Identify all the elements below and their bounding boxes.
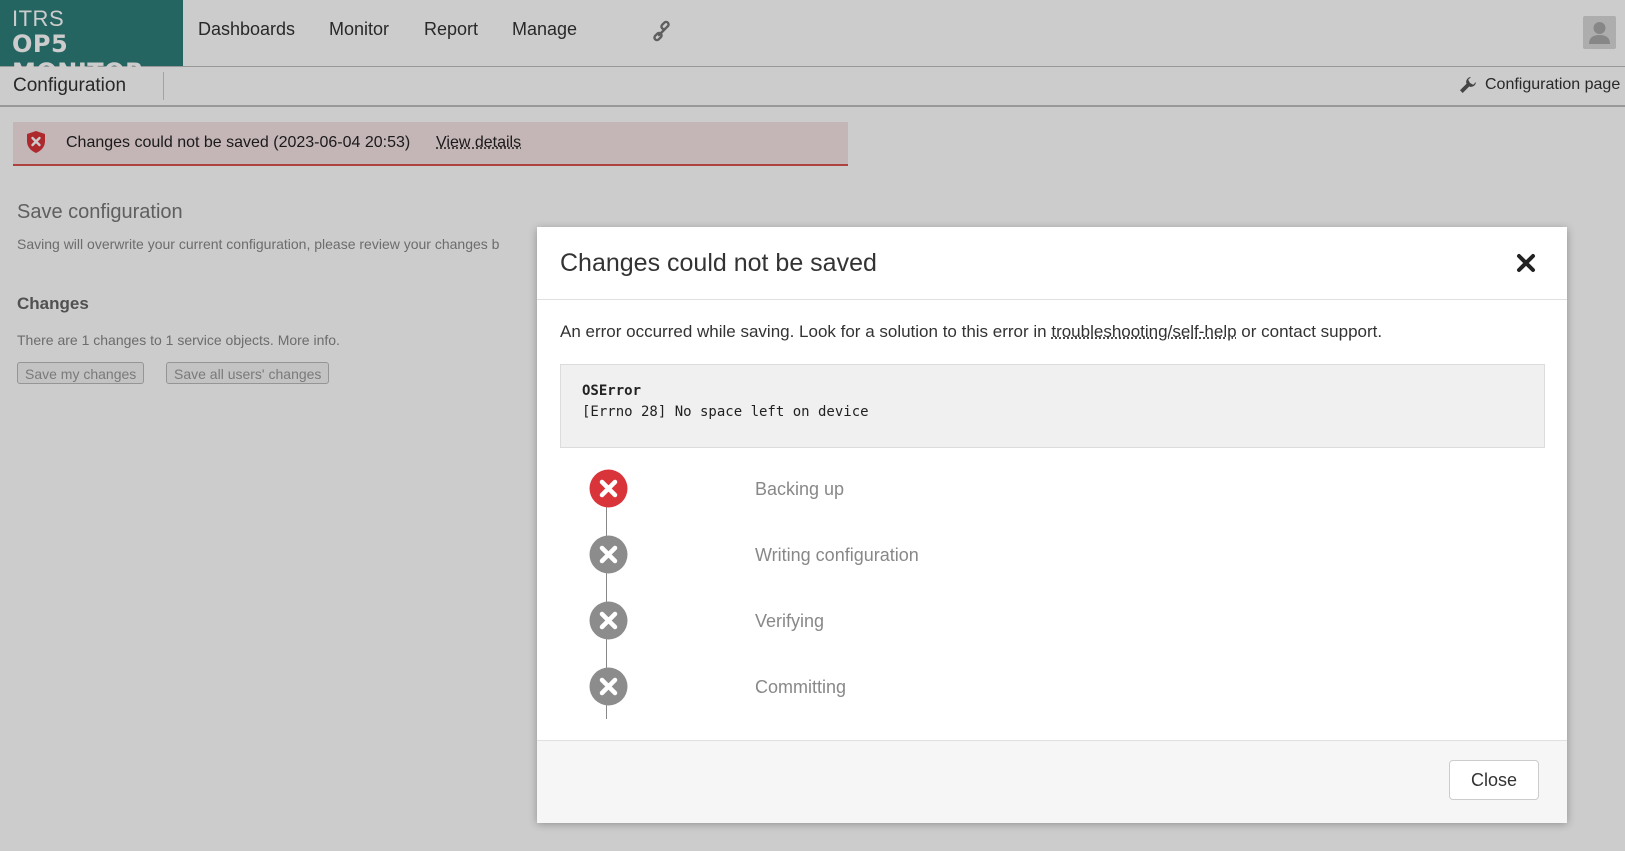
x-circle-icon bbox=[589, 601, 628, 640]
dialog-header: Changes could not be saved bbox=[537, 227, 1567, 300]
close-icon[interactable] bbox=[1514, 251, 1538, 275]
step-writing-configuration: Writing configuration bbox=[589, 535, 1529, 575]
step-label: Writing configuration bbox=[755, 545, 919, 565]
x-circle-icon bbox=[589, 469, 628, 508]
error-type: OSError bbox=[582, 383, 642, 399]
error-dialog: Changes could not be saved An error occu… bbox=[537, 227, 1567, 823]
step-label: Backing up bbox=[755, 479, 845, 499]
step-committing: Committing bbox=[589, 667, 1529, 707]
dialog-footer: Close bbox=[537, 740, 1567, 823]
dialog-description-suffix: or contact support. bbox=[1236, 322, 1383, 341]
step-label: Verifying bbox=[755, 611, 825, 631]
close-button[interactable]: Close bbox=[1449, 760, 1539, 800]
step-verifying: Verifying bbox=[589, 601, 1529, 641]
step-backing-up: Backing up bbox=[589, 469, 1529, 509]
dialog-title: Changes could not be saved bbox=[560, 249, 877, 277]
error-detail-box: OSError [Errno 28] No space left on devi… bbox=[560, 364, 1545, 448]
dialog-description: An error occurred while saving. Look for… bbox=[560, 322, 1382, 342]
step-label: Committing bbox=[755, 677, 847, 697]
dialog-description-text: An error occurred while saving. Look for… bbox=[560, 322, 1052, 341]
error-message: [Errno 28] No space left on device bbox=[582, 404, 869, 420]
troubleshooting-link[interactable]: troubleshooting/self-help bbox=[1051, 322, 1236, 341]
x-circle-icon bbox=[589, 667, 628, 706]
x-circle-icon bbox=[589, 535, 628, 574]
